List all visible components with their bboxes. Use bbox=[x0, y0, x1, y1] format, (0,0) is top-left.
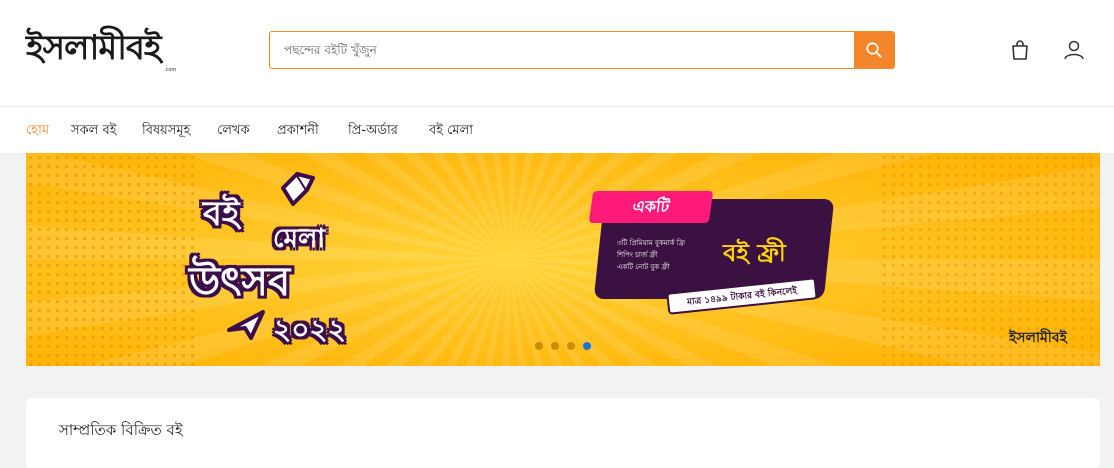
offer-free-text: বই ফ্রী bbox=[723, 239, 786, 267]
shopping-bag-icon bbox=[1012, 40, 1028, 60]
offer-tag: একটি bbox=[588, 191, 714, 223]
banner-dot-pattern bbox=[26, 153, 196, 366]
logo-text: ইসলামীবই bbox=[26, 28, 162, 68]
site-header: ইসলামীবই .com bbox=[0, 0, 1114, 107]
carousel-dot[interactable] bbox=[567, 342, 575, 350]
hero-banner[interactable]: বই মেলা উৎসব ২০২২ একটি ৩টি প্রিমিয়াম বু… bbox=[26, 153, 1100, 366]
offer-line: ৩টি প্রিমিয়াম বুকমার্ক ফ্রি bbox=[617, 239, 686, 247]
cart-button[interactable] bbox=[1008, 38, 1032, 62]
search-bar bbox=[269, 31, 895, 69]
fair-title-line: উৎসব bbox=[189, 259, 291, 305]
nav-item-all-books[interactable]: সকল বই bbox=[71, 121, 117, 142]
fair-year: ২০২২ bbox=[273, 313, 346, 346]
main-nav: হোম সকল বই বিষয়সমূহ লেখক প্রকাশনী প্রি-… bbox=[0, 107, 1114, 153]
nav-item-home[interactable]: হোম bbox=[26, 121, 49, 142]
nav-item-authors[interactable]: লেখক bbox=[217, 121, 250, 142]
carousel-dot[interactable] bbox=[535, 342, 543, 350]
logo-domain: .com bbox=[164, 67, 177, 73]
carousel-dots bbox=[535, 342, 591, 350]
fair-title-line: বই bbox=[203, 194, 240, 234]
nav-item-pre-order[interactable]: প্রি-অর্ডার bbox=[348, 121, 398, 142]
search-input[interactable] bbox=[270, 32, 854, 68]
banner-logo: ইসলামীবই bbox=[1009, 330, 1067, 346]
paper-plane-icon bbox=[227, 310, 265, 340]
search-icon bbox=[866, 42, 882, 58]
offer-line: শিপিং চার্জ ফ্রী bbox=[617, 251, 658, 259]
book-icon bbox=[281, 172, 315, 206]
account-button[interactable] bbox=[1062, 38, 1086, 62]
offer-card: একটি ৩টি প্রিমিয়াম বুকমার্ক ফ্রি শিপিং … bbox=[588, 183, 836, 323]
offer-line: একটি নোট বুক ফ্রী bbox=[617, 263, 670, 271]
carousel-dot[interactable] bbox=[551, 342, 559, 350]
user-icon bbox=[1064, 40, 1084, 60]
nav-item-book-fair[interactable]: বই মেলা bbox=[429, 121, 473, 142]
recent-sold-section: সাম্প্রতিক বিক্রিত বই bbox=[26, 398, 1100, 468]
nav-item-publishers[interactable]: প্রকাশনী bbox=[277, 121, 319, 142]
section-title: সাম্প্রতিক বিক্রিত বই bbox=[59, 421, 183, 439]
carousel-dot-active[interactable] bbox=[583, 342, 591, 350]
book-fair-title: বই মেলা উৎসব ২০২২ bbox=[181, 168, 381, 358]
nav-item-subjects[interactable]: বিষয়সমূহ bbox=[142, 121, 190, 142]
banner-dot-pattern bbox=[880, 153, 1100, 366]
search-button[interactable] bbox=[854, 32, 894, 68]
site-logo[interactable]: ইসলামীবই .com bbox=[26, 22, 176, 76]
